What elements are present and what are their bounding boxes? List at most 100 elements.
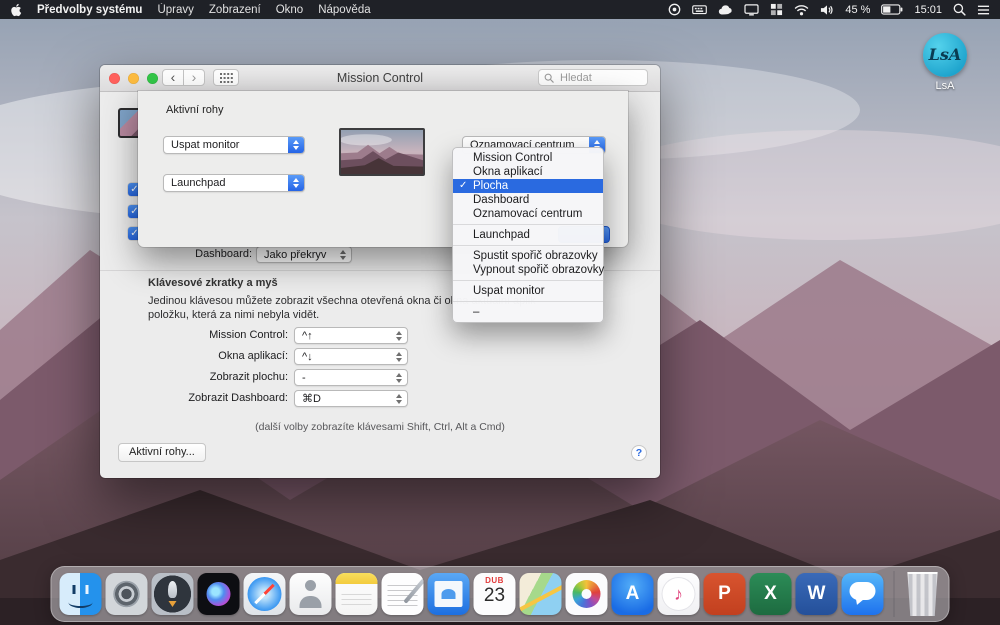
dock-item-excel[interactable]: X: [750, 573, 792, 615]
menu-separator: [453, 301, 603, 302]
stepper-arrows-icon: [335, 247, 351, 262]
avatar-label: LsA: [921, 80, 969, 92]
app-store-letter: A: [612, 573, 654, 615]
dock-item-mail[interactable]: [428, 573, 470, 615]
input-source-icon[interactable]: [770, 3, 783, 16]
menubar-left: Předvolby systému Úpravy Zobrazení Okno …: [10, 3, 371, 17]
dock-item-launchpad[interactable]: [152, 573, 194, 615]
menu-bar: Předvolby systému Úpravy Zobrazení Okno …: [0, 0, 1000, 19]
shortcut-value-show-desktop: -: [302, 370, 389, 385]
show-all-button[interactable]: [213, 69, 239, 86]
search-input[interactable]: [558, 71, 642, 85]
menu-item-spustit-sporic[interactable]: Spustit spořič obrazovky: [453, 249, 603, 263]
hot-corner-options-menu: Mission Control Okna aplikací ✓ Plocha D…: [452, 147, 604, 323]
hot-corner-bottom-left-select[interactable]: Launchpad: [163, 174, 305, 192]
menubar-clock[interactable]: 15:01: [914, 4, 942, 16]
window-titlebar[interactable]: Mission Control ‹ ›: [100, 65, 660, 92]
itunes-note-icon: ♪: [658, 573, 700, 615]
menu-separator: [453, 245, 603, 246]
dock-item-notes[interactable]: [336, 573, 378, 615]
search-field[interactable]: [538, 69, 648, 86]
hot-corner-top-left-value: Uspat monitor: [171, 137, 286, 153]
desktop-user-badge[interactable]: LsA LsA: [921, 33, 969, 92]
dashboard-select-value: Jako překryv: [264, 247, 333, 262]
dock-item-word[interactable]: W: [796, 573, 838, 615]
dock-item-itunes[interactable]: ♪: [658, 573, 700, 615]
calendar-day: 23: [474, 585, 516, 607]
desktop-preview-image: [339, 128, 425, 176]
battery-icon[interactable]: [881, 4, 903, 15]
close-button[interactable]: [109, 73, 120, 84]
dock-item-photos[interactable]: [566, 573, 608, 615]
menubar-menu-zobrazeni[interactable]: Zobrazení: [209, 4, 261, 16]
dock-item-trash[interactable]: [905, 572, 941, 616]
spotlight-icon[interactable]: [953, 3, 966, 16]
hot-corner-top-left-select[interactable]: Uspat monitor: [163, 136, 305, 154]
zoom-button[interactable]: [147, 73, 158, 84]
menu-item-dashboard[interactable]: Dashboard: [453, 193, 603, 207]
volume-icon[interactable]: [820, 4, 834, 16]
menu-item-mission-control[interactable]: Mission Control: [453, 151, 603, 165]
menu-item-launchpad[interactable]: Launchpad: [453, 228, 603, 242]
menu-item-okna-aplikaci[interactable]: Okna aplikací: [453, 165, 603, 179]
dock-item-finder[interactable]: [60, 573, 102, 615]
menu-item-plocha[interactable]: ✓ Plocha: [453, 179, 603, 193]
search-icon: [544, 73, 554, 83]
forward-button[interactable]: ›: [183, 69, 205, 86]
dock-item-maps[interactable]: [520, 573, 562, 615]
desktop: Předvolby systému Úpravy Zobrazení Okno …: [0, 0, 1000, 625]
wifi-icon[interactable]: [794, 4, 809, 16]
menubar-menu-upravy[interactable]: Úpravy: [157, 4, 193, 16]
calendar-month: DUB: [474, 576, 516, 585]
dock-item-contacts[interactable]: [290, 573, 332, 615]
shortcut-select-app-windows[interactable]: ^↓: [294, 348, 408, 365]
stepper-arrows-icon: [391, 391, 407, 406]
checkmark-icon: ✓: [459, 179, 467, 193]
hot-corners-button[interactable]: Aktivní rohy...: [118, 443, 206, 462]
grid-icon: [220, 73, 233, 83]
stepper-arrows-icon: [391, 370, 407, 385]
shortcut-value-mission-control: ^↑: [302, 328, 389, 343]
shortcut-label-app-windows: Okna aplikací:: [100, 348, 288, 365]
dock-item-system-preferences[interactable]: [106, 573, 148, 615]
dock: DUB 23 A ♪ P X W: [51, 566, 950, 622]
menubar-menu-okno[interactable]: Okno: [276, 4, 304, 16]
cloud-icon[interactable]: [718, 4, 733, 16]
menu-item-none[interactable]: –: [453, 305, 603, 319]
menu-item-oznamovaci-centrum[interactable]: Oznamovací centrum: [453, 207, 603, 221]
menubar-app-name[interactable]: Předvolby systému: [37, 4, 142, 16]
dock-item-textedit[interactable]: [382, 573, 424, 615]
shortcut-label-show-dashboard: Zobrazit Dashboard:: [100, 390, 288, 407]
stepper-arrows-icon: [391, 328, 407, 343]
notification-center-icon[interactable]: [977, 4, 990, 16]
back-button[interactable]: ‹: [162, 69, 184, 86]
menu-item-uspat-monitor[interactable]: Uspat monitor: [453, 284, 603, 298]
dock-item-safari[interactable]: [244, 573, 286, 615]
shortcut-select-show-dashboard[interactable]: ⌘D: [294, 390, 408, 407]
shortcut-select-mission-control[interactable]: ^↑: [294, 327, 408, 344]
dock-item-powerpoint[interactable]: P: [704, 573, 746, 615]
menu-separator: [453, 280, 603, 281]
apple-menu-icon[interactable]: [10, 3, 22, 17]
excel-letter: X: [750, 573, 792, 615]
toolbar-nav-group: ‹ ›: [162, 69, 205, 86]
menu-item-vypnout-sporic[interactable]: Vypnout spořič obrazovky: [453, 263, 603, 277]
shortcut-select-show-desktop[interactable]: -: [294, 369, 408, 386]
dock-item-app-store[interactable]: A: [612, 573, 654, 615]
app-badge-icon[interactable]: [668, 3, 681, 16]
battery-percentage: 45 %: [845, 4, 870, 16]
menubar-menu-napoveda[interactable]: Nápověda: [318, 4, 370, 16]
word-letter: W: [796, 573, 838, 615]
dashboard-select[interactable]: Jako překryv: [256, 246, 352, 263]
help-button[interactable]: ?: [631, 445, 647, 461]
display-mirroring-icon[interactable]: [744, 3, 759, 16]
dock-divider: [894, 571, 895, 617]
dock-item-calendar[interactable]: DUB 23: [474, 573, 516, 615]
minimize-button[interactable]: [128, 73, 139, 84]
keyboard-icon[interactable]: [692, 3, 707, 16]
dock-item-messages[interactable]: [842, 573, 884, 615]
window-controls: [109, 73, 158, 84]
dock-item-siri[interactable]: [198, 573, 240, 615]
powerpoint-letter: P: [704, 573, 746, 615]
avatar[interactable]: LsA: [923, 33, 967, 77]
